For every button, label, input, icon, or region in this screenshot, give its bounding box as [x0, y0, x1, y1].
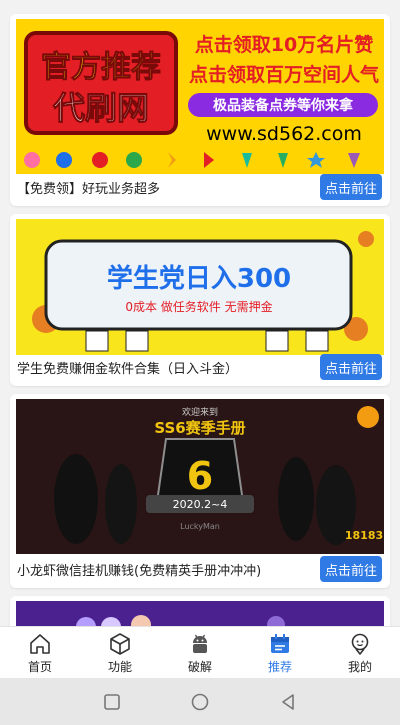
- tab-home[interactable]: 首页: [0, 627, 80, 678]
- home-icon: [27, 631, 53, 657]
- android-icon: [187, 631, 213, 657]
- feed-card[interactable]: 欢迎来到 SS6赛季手册 6 2020.2~4 LuckyMan 18183 小…: [10, 394, 390, 588]
- tab-features[interactable]: 功能: [80, 627, 160, 678]
- banner-tagline-2: 点击领取百万空间人气: [189, 63, 379, 86]
- card-caption: 小龙虾微信挂机赚钱(免费精英手册冲冲冲): [17, 563, 262, 579]
- tab-label: 功能: [107, 660, 132, 674]
- go-button[interactable]: 点击前往: [320, 174, 382, 200]
- back-button[interactable]: [277, 691, 299, 713]
- banner-welcome: 欢迎来到: [182, 406, 218, 418]
- banner-date: 2020.2~4: [173, 498, 228, 511]
- tab-label: 破解: [187, 660, 212, 674]
- tab-mine[interactable]: 我的: [320, 627, 400, 678]
- calendar-icon: [267, 631, 293, 657]
- system-nav-bar: [0, 678, 400, 725]
- profile-icon: [347, 631, 373, 657]
- feed-card[interactable]: 官方推荐 代刷网 点击领取10万名片赞 点击领取百万空间人气 极品装备点券等你来…: [10, 14, 390, 206]
- home-nav-button[interactable]: [189, 691, 211, 713]
- banner-title: SS6赛季手册: [154, 419, 245, 437]
- back-triangle-icon: [282, 693, 294, 710]
- banner-art: 官方推荐 代刷网 点击领取10万名片赞 点击领取百万空间人气 极品装备点券等你来…: [16, 19, 384, 174]
- banner-headline-2: 代刷网: [52, 89, 149, 127]
- card-caption: 【免费领】好玩业务超多: [17, 181, 161, 197]
- recommend-feed[interactable]: 官方推荐 代刷网 点击领取10万名片赞 点击领取百万空间人气 极品装备点券等你来…: [0, 0, 400, 626]
- card-banner[interactable]: 官方推荐 代刷网 点击领取10万名片赞 点击领取百万空间人气 极品装备点券等你来…: [16, 19, 384, 174]
- tab-label: 我的: [347, 660, 372, 674]
- banner-headline: 学生党日入300: [107, 263, 291, 294]
- go-button[interactable]: 点击前往: [320, 354, 382, 380]
- banner-art: [16, 601, 384, 626]
- banner-tagline-3: 极品装备点券等你来拿: [213, 97, 354, 114]
- circle-icon: [191, 693, 209, 710]
- feed-card[interactable]: [10, 596, 390, 626]
- card-caption: 学生免费赚佣金软件合集（日入斗金）: [17, 361, 239, 377]
- banner-subline: 0成本 做任务软件 无需押金: [125, 299, 272, 314]
- card-banner[interactable]: [16, 601, 384, 626]
- banner-art: 学生党日入300 0成本 做任务软件 无需押金: [16, 219, 384, 355]
- tab-recommend[interactable]: 推荐: [240, 627, 320, 678]
- banner-url: www.sd562.com: [206, 123, 362, 145]
- cube-icon: [107, 631, 133, 657]
- card-banner[interactable]: 欢迎来到 SS6赛季手册 6 2020.2~4 LuckyMan 18183: [16, 399, 384, 554]
- square-icon: [104, 693, 120, 710]
- banner-logo: 18183: [345, 529, 383, 542]
- banner-number: 6: [187, 454, 213, 498]
- banner-art: 欢迎来到 SS6赛季手册 6 2020.2~4 LuckyMan 18183: [16, 399, 384, 554]
- card-banner[interactable]: 学生党日入300 0成本 做任务软件 无需押金: [16, 219, 384, 355]
- tab-crack[interactable]: 破解: [160, 627, 240, 678]
- banner-brand: LuckyMan: [180, 522, 220, 531]
- banner-headline-1: 官方推荐: [41, 50, 161, 85]
- tab-label: 推荐: [267, 660, 292, 674]
- banner-tagline-1: 点击领取10万名片赞: [195, 33, 373, 56]
- feed-card[interactable]: 学生党日入300 0成本 做任务软件 无需押金 学生免费赚佣金软件合集（日入斗金…: [10, 214, 390, 386]
- bottom-tab-bar: 首页 功能 破解 推荐 我的: [0, 626, 400, 678]
- recents-button[interactable]: [101, 691, 123, 713]
- go-button[interactable]: 点击前往: [320, 556, 382, 582]
- tab-label: 首页: [27, 660, 52, 674]
